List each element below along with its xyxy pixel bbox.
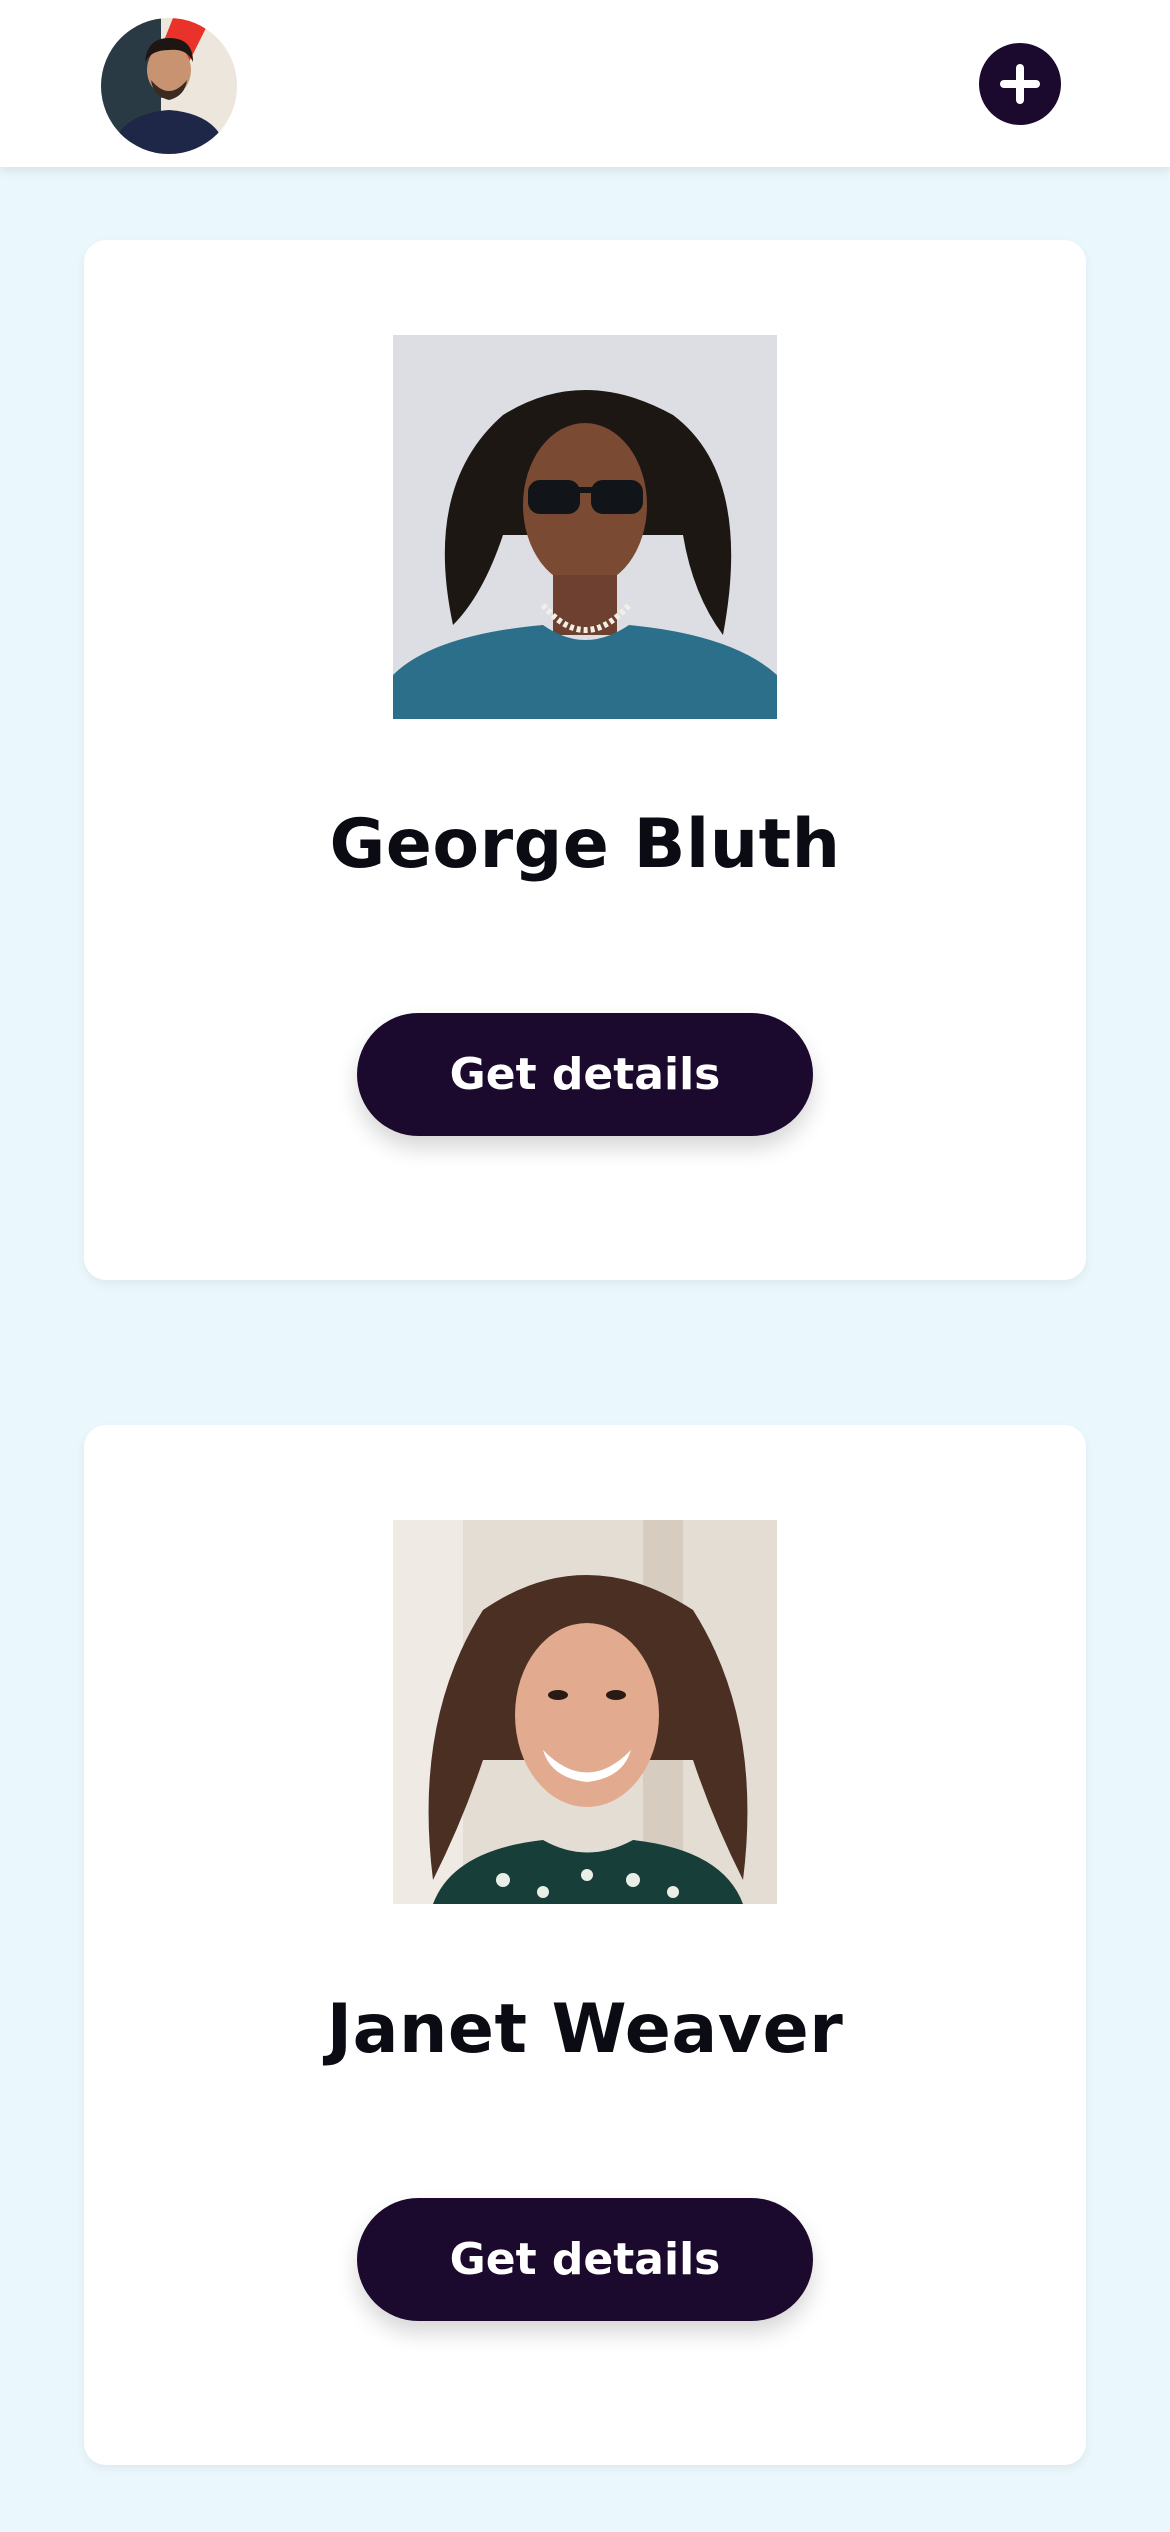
get-details-button[interactable]: Get details: [357, 2198, 813, 2321]
user-name: Janet Weaver: [326, 1990, 844, 2069]
add-user-button[interactable]: [979, 43, 1061, 125]
get-details-button[interactable]: Get details: [357, 1013, 813, 1136]
user-name: George Bluth: [329, 805, 841, 884]
profile-avatar[interactable]: [101, 18, 237, 154]
app-header: [0, 0, 1170, 167]
user-photo: [393, 335, 777, 719]
user-card: Janet Weaver Get details: [84, 1425, 1086, 2465]
user-photo-icon: [393, 1520, 777, 1904]
user-photo: [393, 1520, 777, 1904]
user-card: George Bluth Get details: [84, 240, 1086, 1280]
user-photo-icon: [393, 335, 777, 719]
plus-icon: [1000, 64, 1040, 104]
profile-photo-icon: [101, 18, 237, 154]
